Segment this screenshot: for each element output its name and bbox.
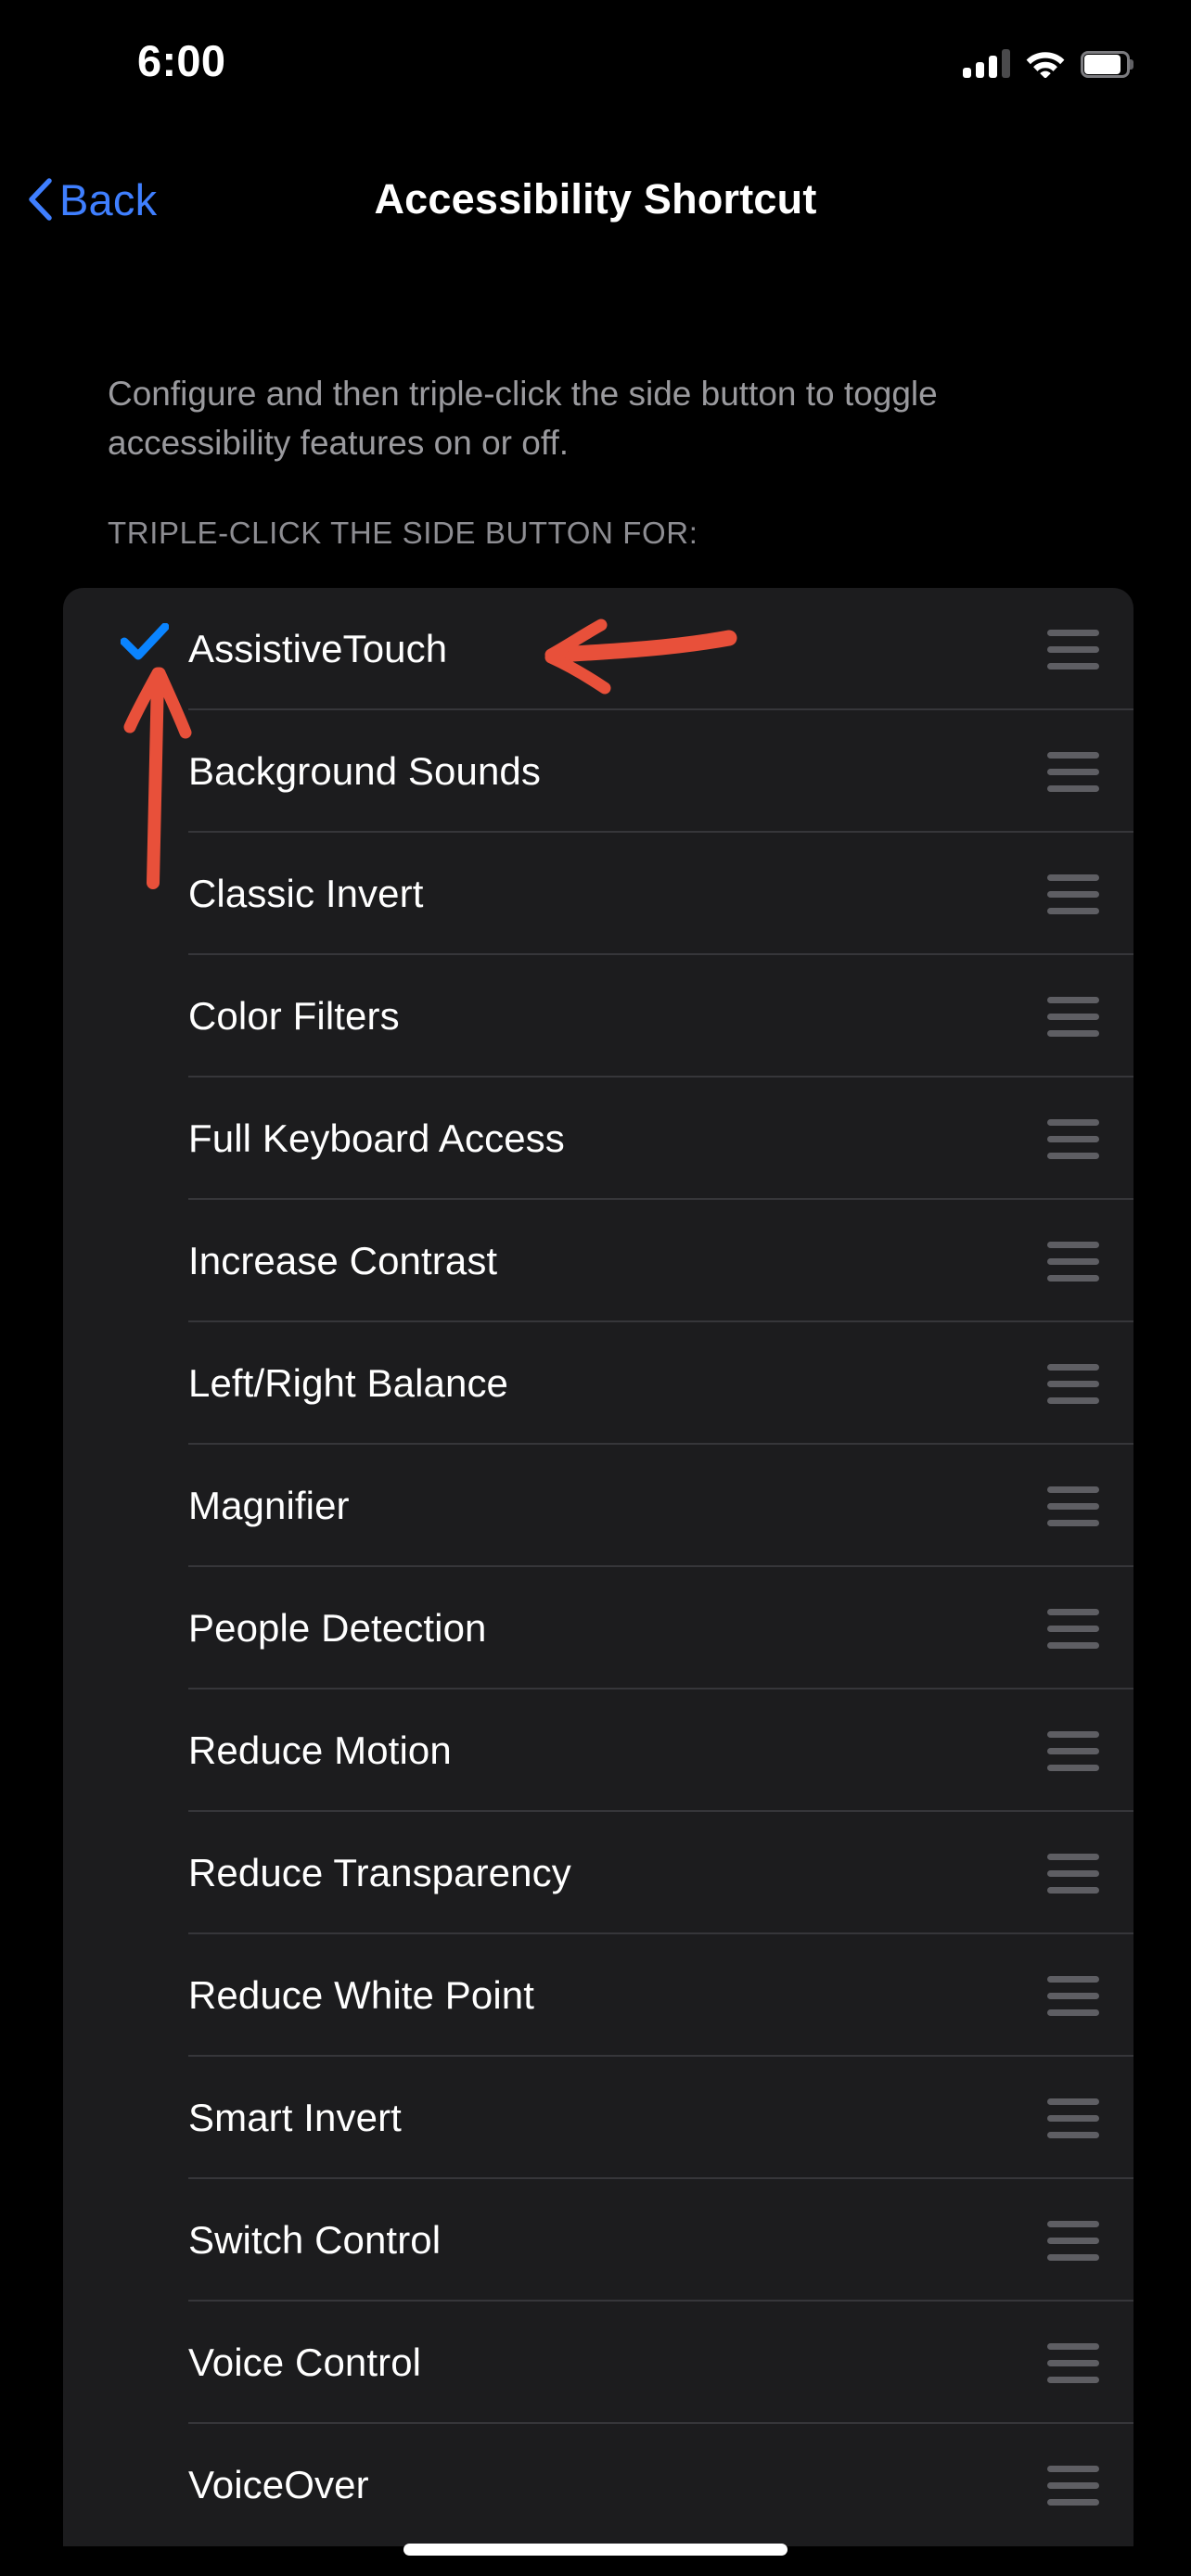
reorder-handle-icon[interactable] bbox=[1013, 2098, 1133, 2138]
selection-indicator-slot bbox=[63, 1445, 188, 1567]
list-item[interactable]: Classic Invert bbox=[63, 833, 1133, 955]
list-item[interactable]: Switch Control bbox=[63, 2179, 1133, 2302]
list-item-label: Color Filters bbox=[188, 994, 400, 1038]
list-item[interactable]: People Detection bbox=[63, 1567, 1133, 1690]
selection-indicator-slot bbox=[63, 1200, 188, 1322]
reorder-handle-icon[interactable] bbox=[1013, 996, 1133, 1037]
list-item[interactable]: Left/Right Balance bbox=[63, 1322, 1133, 1445]
checkmark-icon bbox=[120, 622, 170, 660]
reorder-handle-icon[interactable] bbox=[1013, 1118, 1133, 1159]
section-header: TRIPLE-CLICK THE SIDE BUTTON FOR: bbox=[108, 516, 698, 550]
battery-icon bbox=[1081, 51, 1133, 78]
list-item-label: Voice Control bbox=[188, 2340, 422, 2384]
wifi-icon bbox=[1026, 49, 1065, 79]
reorder-handle-icon[interactable] bbox=[1013, 1608, 1133, 1649]
selection-indicator-slot bbox=[63, 833, 188, 955]
list-item[interactable]: Voice Control bbox=[63, 2302, 1133, 2424]
selection-indicator-slot bbox=[63, 1690, 188, 1812]
selection-indicator-slot bbox=[63, 1934, 188, 2057]
reorder-handle-icon[interactable] bbox=[1013, 1363, 1133, 1404]
list-item[interactable]: Color Filters bbox=[63, 955, 1133, 1078]
reorder-handle-icon[interactable] bbox=[1013, 629, 1133, 670]
list-item[interactable]: AssistiveTouch bbox=[63, 588, 1133, 710]
reorder-handle-icon[interactable] bbox=[1013, 1486, 1133, 1526]
list-item-label: Increase Contrast bbox=[188, 1239, 498, 1282]
list-item-label: Classic Invert bbox=[188, 872, 424, 915]
list-item-label: People Detection bbox=[188, 1606, 487, 1650]
reorder-handle-icon[interactable] bbox=[1013, 1853, 1133, 1894]
selection-indicator-slot bbox=[63, 588, 188, 710]
reorder-handle-icon[interactable] bbox=[1013, 2465, 1133, 2506]
battery-cap bbox=[1130, 59, 1133, 70]
selection-indicator-slot bbox=[63, 1322, 188, 1445]
selection-indicator-slot bbox=[63, 2179, 188, 2302]
status-bar: 6:00 bbox=[0, 0, 1191, 102]
list-item[interactable]: Reduce Transparency bbox=[63, 1812, 1133, 1934]
list-item[interactable]: Increase Contrast bbox=[63, 1200, 1133, 1322]
list-item-label: Full Keyboard Access bbox=[188, 1116, 565, 1160]
reorder-handle-icon[interactable] bbox=[1013, 1730, 1133, 1771]
list-item-label: Left/Right Balance bbox=[188, 1361, 509, 1405]
home-indicator bbox=[403, 2544, 788, 2556]
reorder-handle-icon[interactable] bbox=[1013, 1241, 1133, 1282]
list-item[interactable]: Smart Invert bbox=[63, 2057, 1133, 2179]
selection-indicator-slot bbox=[63, 1078, 188, 1200]
status-bar-indicators bbox=[963, 43, 1133, 79]
list-item-label: Smart Invert bbox=[188, 2096, 402, 2139]
list-item-label: Reduce White Point bbox=[188, 1973, 534, 2017]
list-item[interactable]: Full Keyboard Access bbox=[63, 1078, 1133, 1200]
reorder-handle-icon[interactable] bbox=[1013, 2342, 1133, 2383]
reorder-handle-icon[interactable] bbox=[1013, 2220, 1133, 2261]
list-item-label: Reduce Motion bbox=[188, 1728, 452, 1772]
description-text: Configure and then triple-click the side… bbox=[108, 375, 938, 462]
selection-indicator-slot bbox=[63, 955, 188, 1078]
list-item[interactable]: Reduce Motion bbox=[63, 1690, 1133, 1812]
selection-indicator-slot bbox=[63, 2302, 188, 2424]
selection-indicator-slot bbox=[63, 1812, 188, 1934]
battery-fill-level bbox=[1084, 55, 1121, 74]
status-bar-time: 6:00 bbox=[137, 36, 226, 85]
list-item-label: VoiceOver bbox=[188, 2463, 369, 2506]
reorder-handle-icon[interactable] bbox=[1013, 1975, 1133, 2016]
accessibility-options-list: AssistiveTouch Background Sounds Classic I… bbox=[63, 588, 1133, 2546]
cellular-signal-icon bbox=[963, 48, 1010, 78]
selection-indicator-slot bbox=[63, 2424, 188, 2546]
iphone-screen: 6:00 Back Accessibility Shortcut Configu… bbox=[0, 0, 1191, 2576]
list-item-label: AssistiveTouch bbox=[188, 627, 448, 670]
list-item-label: Magnifier bbox=[188, 1484, 350, 1527]
list-item-label: Background Sounds bbox=[188, 749, 541, 793]
list-item[interactable]: Reduce White Point bbox=[63, 1934, 1133, 2057]
navigation-bar: Back Accessibility Shortcut bbox=[0, 148, 1191, 250]
list-item[interactable]: VoiceOver bbox=[63, 2424, 1133, 2546]
selection-indicator-slot bbox=[63, 2057, 188, 2179]
list-item-label: Switch Control bbox=[188, 2218, 442, 2262]
selection-indicator-slot bbox=[63, 1567, 188, 1690]
list-item[interactable]: Background Sounds bbox=[63, 710, 1133, 833]
list-item[interactable]: Magnifier bbox=[63, 1445, 1133, 1567]
page-title: Accessibility Shortcut bbox=[374, 175, 817, 223]
reorder-handle-icon[interactable] bbox=[1013, 874, 1133, 914]
reorder-handle-icon[interactable] bbox=[1013, 751, 1133, 792]
list-item-label: Reduce Transparency bbox=[188, 1851, 571, 1894]
selection-indicator-slot bbox=[63, 710, 188, 833]
